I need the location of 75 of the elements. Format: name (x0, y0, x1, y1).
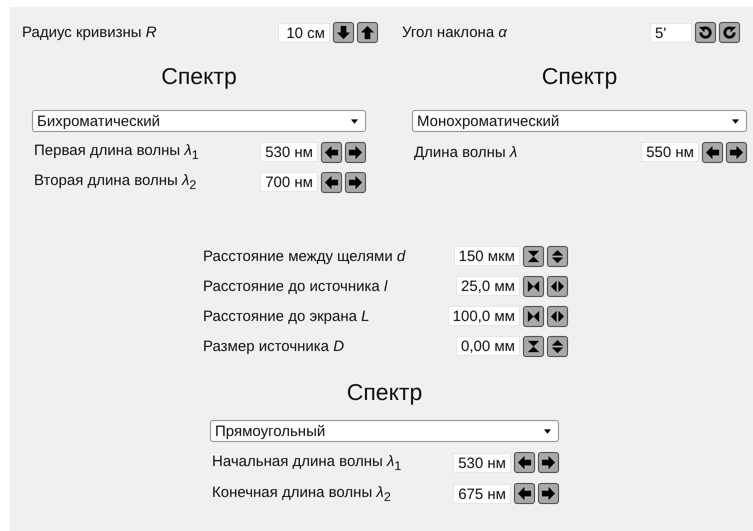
parameter-label: Расстояние до источника l (203, 278, 388, 294)
bowtie-icon (526, 308, 541, 324)
parameter-label: Радиус кривизны R (22, 24, 157, 41)
left-arrow-icon (705, 144, 720, 160)
increase-button[interactable] (345, 172, 366, 192)
up-arrow-icon (360, 25, 375, 40)
decrease-button[interactable] (321, 142, 342, 162)
decrease-button[interactable] (523, 336, 544, 356)
increase-button[interactable] (345, 142, 366, 162)
decrease-button[interactable] (514, 483, 535, 504)
hourglass-icon (526, 248, 541, 264)
up-down-arrows-icon (550, 248, 565, 264)
spectrum-dropdown[interactable]: Бихроматический (32, 110, 366, 132)
value-field[interactable]: 675 нм (453, 484, 511, 504)
left-arrow-icon (517, 455, 532, 470)
left-arrow-icon (517, 486, 532, 501)
right-arrow-icon (348, 174, 363, 190)
down-arrow-icon (336, 25, 351, 40)
caret-icon (732, 118, 739, 124)
increase-button[interactable] (547, 276, 568, 296)
section-heading: Спектр (160, 62, 238, 91)
decrease-button[interactable] (523, 246, 544, 266)
decrease-button[interactable] (523, 276, 544, 296)
value-field[interactable]: 700 нм (260, 172, 318, 192)
left-arrow-icon (324, 174, 339, 190)
rotate-right-icon (722, 25, 737, 40)
right-arrow-icon (348, 144, 363, 160)
parameter-label: Расстояние между щелями d (203, 248, 406, 264)
value-field[interactable]: 25,0 мм (456, 276, 520, 296)
up-down-arrows-icon (550, 338, 565, 354)
section-heading: Спектр (540, 62, 618, 91)
value-field[interactable]: 10 см (278, 22, 330, 42)
parameter-label: Длина волны λ (413, 144, 518, 160)
spectrum-dropdown[interactable]: Прямоугольный (210, 420, 559, 442)
decrease-button[interactable] (702, 142, 723, 162)
parameter-label: Конечная длина волны λ$_{2}$ (211, 484, 391, 504)
decrease-button[interactable] (321, 172, 342, 192)
increase-button[interactable] (547, 336, 568, 356)
decrease-button[interactable] (523, 306, 544, 326)
left-right-arrows-icon (550, 278, 565, 294)
section-heading: Спектр (346, 378, 424, 407)
value-field[interactable]: 0,00 мм (456, 336, 520, 356)
parameter-label: Угол наклона α (402, 24, 507, 41)
right-arrow-icon (541, 486, 556, 501)
right-arrow-icon (541, 455, 556, 470)
increase-button[interactable] (538, 483, 559, 504)
increase-button[interactable] (538, 452, 559, 473)
caret-icon (351, 118, 358, 124)
rotate-left-button[interactable] (695, 22, 716, 43)
value-field[interactable]: 550 нм (641, 142, 699, 162)
increase-button[interactable] (547, 246, 568, 266)
decrease-button[interactable] (333, 22, 354, 43)
decrease-button[interactable] (514, 452, 535, 473)
value-field[interactable]: 530 нм (453, 452, 511, 472)
parameter-label: Вторая длина волны λ$_{2}$ (33, 172, 196, 192)
increase-button[interactable] (357, 22, 378, 43)
rotate-left-icon (698, 25, 713, 40)
increase-button[interactable] (726, 142, 747, 162)
parameter-label: Первая длина волны λ$_{1}$ (33, 142, 199, 162)
rotate-right-button[interactable] (719, 22, 740, 43)
caret-icon (544, 428, 551, 434)
value-field[interactable]: 5' (650, 22, 692, 42)
parameter-label: Размер источника D (203, 338, 344, 354)
left-right-arrows-icon (550, 308, 565, 324)
value-field[interactable]: 150 мкм (454, 246, 520, 266)
right-arrow-icon (729, 144, 744, 160)
increase-button[interactable] (547, 306, 568, 326)
left-arrow-icon (324, 144, 339, 160)
parameter-label: Расстояние до экрана L (203, 308, 370, 324)
bowtie-icon (526, 278, 541, 294)
parameter-label: Начальная длина волны λ$_{1}$ (211, 452, 402, 472)
value-field[interactable]: 100,0 мм (448, 306, 520, 326)
value-field[interactable]: 530 нм (260, 142, 318, 162)
spectrum-dropdown[interactable]: Монохроматический (412, 110, 747, 132)
hourglass-icon (526, 338, 541, 354)
